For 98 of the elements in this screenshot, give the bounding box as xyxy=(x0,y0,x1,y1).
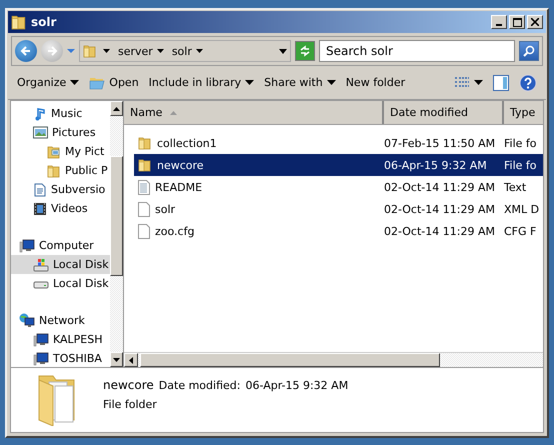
caret-icon[interactable] xyxy=(156,49,164,53)
up-arrow-icon[interactable] xyxy=(113,106,120,110)
address-bar[interactable]: server solr xyxy=(79,40,291,62)
toolbar-button[interactable]: Include in library xyxy=(144,73,260,92)
caret-icon xyxy=(474,80,483,85)
nav-item[interactable]: Videos xyxy=(11,199,110,218)
breadcrumb-segment[interactable]: server xyxy=(118,44,153,58)
document-icon xyxy=(33,182,47,196)
date-modified-label: Date modified: xyxy=(158,379,240,392)
caret-icon xyxy=(245,80,254,85)
help-icon xyxy=(519,74,537,92)
file-row[interactable]: zoo.cfg 02-Oct-14 11:29 AM CFG F xyxy=(134,220,543,242)
right-arrow-icon xyxy=(46,45,58,57)
folder-icon xyxy=(138,157,152,173)
file-name: zoo.cfg xyxy=(155,224,194,238)
network-computer-icon xyxy=(19,313,35,328)
refresh-button[interactable] xyxy=(295,41,315,61)
file-row[interactable]: README 02-Oct-14 11:29 AM Text xyxy=(134,176,543,198)
nav-item[interactable]: Music xyxy=(11,104,110,123)
nav-item[interactable]: Network xyxy=(11,311,110,330)
text-document-icon xyxy=(138,180,150,194)
computer-icon xyxy=(33,332,49,346)
vertical-scrollbar[interactable] xyxy=(110,101,123,367)
date-modified: 02-Oct-14 11:29 AM xyxy=(384,180,496,194)
preview-pane-icon xyxy=(493,74,509,90)
date-modified: 06-Apr-15 9:32 AM xyxy=(245,379,348,392)
close-button[interactable] xyxy=(527,15,543,29)
sort-caret-icon xyxy=(170,110,178,114)
date-modified: 02-Oct-14 11:29 AM xyxy=(384,224,496,238)
search-icon xyxy=(523,45,535,57)
left-arrow-icon xyxy=(20,45,32,57)
film-icon xyxy=(33,202,47,216)
caret-icon[interactable] xyxy=(279,48,287,54)
breadcrumb-segment[interactable]: solr xyxy=(172,44,192,58)
minimize-button[interactable] xyxy=(491,15,507,29)
file-type: XML D xyxy=(504,202,540,216)
toolbar-button[interactable]: Organize xyxy=(12,73,84,92)
nav-item[interactable]: Public P xyxy=(11,161,110,180)
computer-icon xyxy=(19,238,35,252)
toolbar-button[interactable]: Open xyxy=(84,72,144,92)
caret-icon[interactable] xyxy=(103,49,110,53)
search-field[interactable]: Search solr xyxy=(319,40,515,62)
item-name: newcore xyxy=(103,378,154,392)
recent-pages-icon[interactable] xyxy=(67,48,75,54)
item-type: File folder xyxy=(103,398,158,411)
file-row[interactable]: solr 02-Oct-14 11:29 AM XML D xyxy=(134,198,543,220)
nav-item[interactable]: Local Disk xyxy=(11,274,110,293)
file-row[interactable]: newcore 06-Apr-15 9:32 AM File fo xyxy=(134,154,543,176)
details-view-icon xyxy=(454,76,470,88)
toolbar-button[interactable]: Share with xyxy=(259,73,341,92)
maximize-icon xyxy=(512,18,522,26)
down-arrow-icon[interactable] xyxy=(113,358,120,362)
file-name: solr xyxy=(155,202,176,216)
folder-icon xyxy=(47,164,61,178)
file-row[interactable]: collection1 07-Feb-15 11:50 AM File fo xyxy=(134,132,543,154)
nav-item[interactable]: My Pict xyxy=(11,142,110,161)
caret-icon xyxy=(70,80,80,85)
file-icon xyxy=(138,202,150,216)
file-icon xyxy=(138,224,150,238)
file-name: collection1 xyxy=(157,136,217,150)
nav-item[interactable]: Subversio xyxy=(11,180,110,199)
back-button[interactable] xyxy=(15,40,37,62)
nav-item[interactable]: KALPESH xyxy=(11,330,110,349)
column-header[interactable]: Date modified xyxy=(384,101,504,124)
nav-item[interactable]: Local Disk xyxy=(11,255,110,274)
picture-icon xyxy=(33,126,48,139)
horizontal-scrollbar[interactable] xyxy=(124,352,543,367)
close-icon xyxy=(531,18,539,26)
file-name: newcore xyxy=(157,158,204,172)
maximize-button[interactable] xyxy=(509,15,525,29)
date-modified: 02-Oct-14 11:29 AM xyxy=(384,202,496,216)
folder-icon xyxy=(138,135,152,151)
file-name: README xyxy=(155,180,202,194)
toolbar-button[interactable]: New folder xyxy=(340,73,410,92)
folder-icon xyxy=(83,43,97,59)
nav-item[interactable]: Computer xyxy=(11,236,110,255)
caret-icon xyxy=(326,80,336,85)
caret-icon[interactable] xyxy=(196,49,203,53)
date-modified: 07-Feb-15 11:50 AM xyxy=(384,136,496,150)
column-header[interactable]: Name xyxy=(124,101,384,124)
file-type: File fo xyxy=(504,136,538,150)
picture-folder-icon xyxy=(47,144,61,158)
nav-item[interactable]: TOSHIBA xyxy=(11,349,110,367)
file-type: Text xyxy=(504,180,528,194)
search-button[interactable] xyxy=(519,41,539,61)
refresh-icon xyxy=(299,45,311,57)
nav-item[interactable]: Pictures xyxy=(11,123,110,142)
folder-icon xyxy=(89,76,106,90)
folder-icon xyxy=(11,14,27,30)
music-note-icon xyxy=(33,106,47,120)
date-modified: 06-Apr-15 9:32 AM xyxy=(384,158,488,172)
windows-drive-icon xyxy=(33,258,49,272)
left-arrow-icon[interactable] xyxy=(129,356,133,364)
file-type: File fo xyxy=(504,158,538,172)
file-type: CFG F xyxy=(504,224,538,238)
window-title: solr xyxy=(31,15,58,29)
computer-icon xyxy=(33,352,49,366)
column-header[interactable]: Type xyxy=(504,101,543,124)
